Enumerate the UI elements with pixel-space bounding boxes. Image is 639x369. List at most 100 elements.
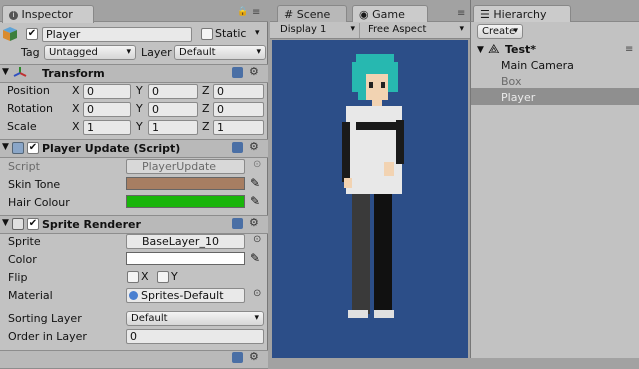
rotation-x-field[interactable]: 0 [83,102,131,117]
player-update-title: Player Update (Script) [42,142,181,155]
material-sphere-icon [129,291,138,300]
gear-icon[interactable]: ⚙ [249,65,259,78]
material-label: Material [8,289,53,302]
position-z-label[interactable]: Z [202,84,210,97]
hierarchy-panel [470,22,639,358]
game-icon: ◉ [359,8,369,21]
help-book-icon[interactable] [232,67,243,78]
panel-menu-icon[interactable]: ≡ [252,8,260,18]
gear-icon[interactable]: ⚙ [249,216,259,229]
static-dropdown-arrow[interactable]: ▾ [255,28,260,38]
grid-icon: # [284,8,294,21]
transform-axes-icon [13,66,27,80]
object-picker-icon[interactable]: ⊙ [253,159,261,170]
order-in-layer-field[interactable]: 0 [126,329,264,344]
scale-z-field[interactable]: 1 [213,120,264,135]
sprite-label: Sprite [8,235,41,248]
hierarchy-item-player[interactable]: Player [501,91,535,104]
sprite-field[interactable]: BaseLayer_10 [126,234,245,249]
skin-tone-label: Skin Tone [8,178,61,191]
tab-hierarchy[interactable]: ☰ Hierarchy [473,5,571,23]
foldout-arrow-icon[interactable]: ▼ [2,67,9,77]
panel-menu-icon[interactable]: ≡ [625,44,633,55]
rotation-label: Rotation [7,102,54,115]
display-dropdown[interactable]: Display 1 [276,23,360,38]
tab-scene[interactable]: # Scene [277,5,347,23]
help-book-icon[interactable] [232,142,243,153]
rotation-y-label[interactable]: Y [136,102,143,115]
aspect-dropdown[interactable]: Free Aspect [364,23,468,38]
sprite-renderer-title: Sprite Renderer [42,218,141,231]
tab-hierarchy-label: Hierarchy [493,8,547,21]
flip-x-checkbox[interactable] [127,271,139,283]
transform-title: Transform [42,67,105,80]
flip-y-checkbox[interactable] [157,271,169,283]
rotation-y-field[interactable]: 0 [148,102,198,117]
layer-label: Layer [141,46,172,59]
eyedropper-icon[interactable]: ✎ [250,251,260,265]
layer-dropdown[interactable]: Default [174,45,266,60]
foldout-arrow-icon[interactable]: ▼ [477,45,484,55]
list-icon: ☰ [480,8,490,21]
sorting-layer-dropdown[interactable]: Default [126,311,264,326]
gameobject-name-field[interactable]: Player [42,27,192,42]
player-update-enabled-checkbox[interactable]: ✔ [27,142,39,154]
gear-icon[interactable]: ⚙ [249,140,259,153]
tab-game[interactable]: ◉ Game [352,5,428,23]
color-swatch[interactable] [126,252,245,265]
scene-name[interactable]: Test* [505,43,536,56]
static-checkbox[interactable] [201,28,213,40]
gear-icon[interactable]: ⚙ [249,350,259,363]
game-view[interactable] [272,40,468,358]
eyedropper-icon[interactable]: ✎ [250,194,260,208]
rotation-z-field[interactable]: 0 [213,102,264,117]
flip-y-label: Y [171,270,178,283]
position-label: Position [7,84,50,97]
lock-icon[interactable]: 🔒 [237,8,248,17]
object-picker-icon[interactable]: ⊙ [253,288,261,299]
flip-label: Flip [8,271,28,284]
scale-y-field[interactable]: 1 [148,120,198,135]
tab-inspector[interactable]: i Inspector [2,5,94,23]
skin-tone-swatch[interactable] [126,177,245,190]
script-label: Script [8,160,40,173]
foldout-arrow-icon[interactable]: ▼ [2,142,9,152]
material-value: Sprites-Default [141,289,224,302]
material-field[interactable]: Sprites-Default [126,288,245,303]
sprite-value: BaseLayer_10 [142,235,219,248]
panel-menu-icon[interactable]: ≡ [457,8,465,19]
hierarchy-item-player-selected[interactable] [471,88,639,105]
hierarchy-item-main-camera[interactable]: Main Camera [501,59,574,72]
tag-label: Tag [21,46,40,59]
scale-x-field[interactable]: 1 [83,120,131,135]
rotation-x-label[interactable]: X [72,102,80,115]
transform-header[interactable] [0,64,268,83]
hair-colour-swatch[interactable] [126,195,245,208]
position-y-field[interactable]: 0 [148,84,198,99]
tag-dropdown[interactable]: Untagged [44,45,136,60]
gameobject-cube-icon [2,26,18,42]
position-x-label[interactable]: X [72,84,80,97]
position-x-field[interactable]: 0 [83,84,131,99]
position-y-label[interactable]: Y [136,84,143,97]
foldout-arrow-icon[interactable]: ▼ [2,218,9,228]
flip-x-label: X [141,270,149,283]
scale-z-label[interactable]: Z [202,120,210,133]
gameobject-active-checkbox[interactable]: ✔ [26,28,38,40]
position-z-field[interactable]: 0 [213,84,264,99]
tab-inspector-label: Inspector [21,8,73,21]
create-dropdown[interactable]: Create [477,24,523,39]
sprite-renderer-enabled-checkbox[interactable]: ✔ [27,218,39,230]
scale-y-label[interactable]: Y [136,120,143,133]
animator-header[interactable] [0,350,268,369]
script-field: PlayerUpdate [126,159,245,174]
order-in-layer-label: Order in Layer [8,330,87,343]
rotation-z-label[interactable]: Z [202,102,210,115]
help-book-icon[interactable] [232,218,243,229]
sorting-layer-label: Sorting Layer [8,312,82,325]
sprite-renderer-icon [12,218,24,230]
hierarchy-item-box[interactable]: Box [501,75,521,88]
scale-x-label[interactable]: X [72,120,80,133]
eyedropper-icon[interactable]: ✎ [250,176,260,190]
object-picker-icon[interactable]: ⊙ [253,234,261,245]
